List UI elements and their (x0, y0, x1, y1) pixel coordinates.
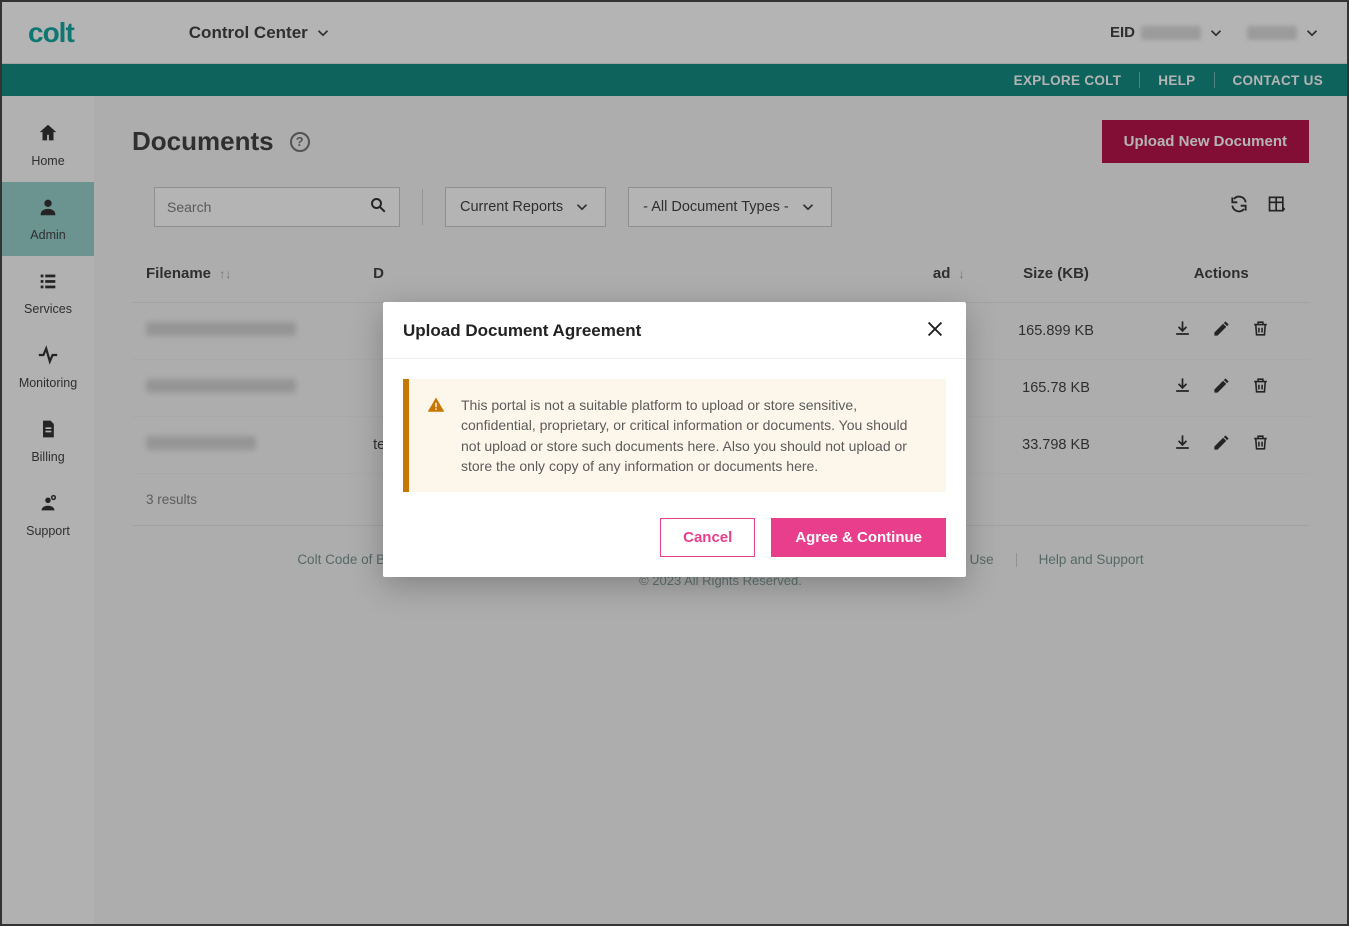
cancel-button[interactable]: Cancel (660, 518, 755, 557)
agree-continue-button[interactable]: Agree & Continue (771, 518, 946, 557)
warning-icon (427, 396, 445, 476)
warning-alert: This portal is not a suitable platform t… (403, 379, 946, 492)
close-icon[interactable] (924, 318, 946, 344)
upload-agreement-modal: Upload Document Agreement This portal is… (383, 302, 966, 577)
modal-title: Upload Document Agreement (403, 321, 641, 341)
warning-text: This portal is not a suitable platform t… (461, 395, 928, 476)
modal-overlay: Upload Document Agreement This portal is… (2, 2, 1347, 924)
